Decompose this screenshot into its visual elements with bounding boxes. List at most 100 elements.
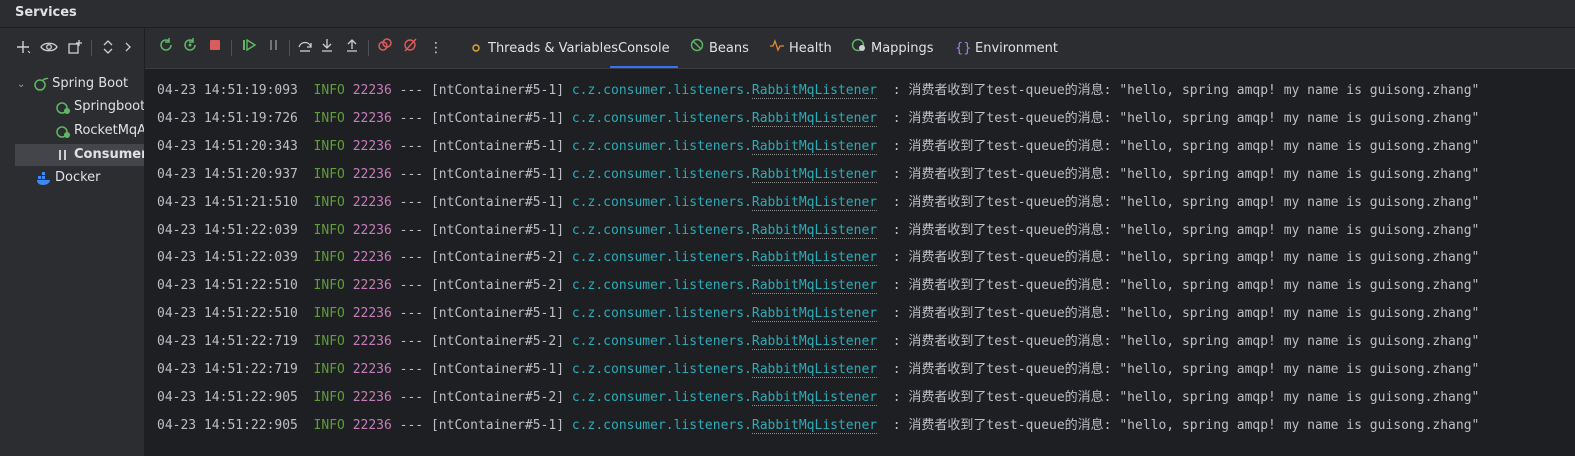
- log-logger-prefix: c.z.consumer.listeners.: [571, 250, 752, 266]
- mute-breakpoints-icon[interactable]: [399, 37, 421, 59]
- log-separator: ---: [391, 110, 431, 126]
- spring-app-icon: [55, 123, 71, 139]
- log-level: INFO: [313, 138, 353, 154]
- log-level: INFO: [313, 83, 353, 98]
- tree-item-rocketmq-application[interactable]: RocketMqApplication: [55, 120, 144, 142]
- log-pid: 22236: [352, 138, 392, 154]
- log-thread: [ntContainer#5-2]: [430, 250, 572, 266]
- log-logger-prefix: c.z.consumer.listeners.: [571, 110, 752, 126]
- log-pid: 22236: [352, 306, 392, 322]
- log-logger-class[interactable]: RabbitMqListener: [751, 83, 878, 99]
- step-out-icon[interactable]: [341, 37, 363, 59]
- log-thread: [ntContainer#5-1]: [430, 138, 572, 154]
- log-logger-class[interactable]: RabbitMqListener: [751, 194, 878, 211]
- log-separator: ---: [391, 417, 431, 433]
- log-message: : 消费者收到了test-queue的消息: "hello, spring am…: [877, 278, 1480, 294]
- log-timestamp: 04-23 14:51:22:039: [157, 250, 314, 266]
- log-timestamp: 04-23 14:51:20:343: [157, 138, 314, 154]
- log-pid: 22236: [352, 194, 392, 210]
- tree-item-consumer-application[interactable]: ConsumerApplication: [15, 144, 144, 166]
- log-message: : 消费者收到了test-queue的消息: "hello, spring am…: [877, 334, 1480, 350]
- expand-collapse-icon[interactable]: [97, 39, 119, 61]
- log-thread: [ntContainer#5-1]: [430, 417, 572, 433]
- add-icon[interactable]: [12, 39, 34, 61]
- log-thread: [ntContainer#5-1]: [430, 222, 572, 238]
- log-timestamp: 04-23 14:51:19:726: [157, 110, 314, 126]
- environment-icon: {}: [955, 41, 972, 56]
- log-logger-class[interactable]: RabbitMqListener: [751, 138, 878, 155]
- toolbar-separator: [368, 40, 369, 56]
- services-sidebar: ⌄ Spring Boot SpringbootApplication Rock…: [0, 28, 145, 456]
- log-pid: 22236: [352, 166, 392, 182]
- eye-icon[interactable]: [38, 39, 60, 61]
- log-message: : 消费者收到了test-queue的消息: "hello, spring am…: [877, 389, 1480, 405]
- log-separator: ---: [391, 83, 431, 98]
- log-message: : 消费者收到了test-queue的消息: "hello, spring am…: [877, 417, 1480, 433]
- toolbar-separator: [231, 40, 232, 56]
- log-logger-class[interactable]: RabbitMqListener: [751, 166, 878, 183]
- log-logger-class[interactable]: RabbitMqListener: [751, 334, 878, 351]
- log-timestamp: 04-23 14:51:20:937: [157, 166, 314, 182]
- log-thread: [ntContainer#5-2]: [430, 278, 572, 294]
- tree-item-spring-boot[interactable]: ⌄ Spring Boot: [17, 73, 128, 95]
- stop-icon[interactable]: [204, 37, 226, 59]
- log-pid: 22236: [352, 362, 392, 377]
- view-breakpoints-icon[interactable]: [374, 37, 396, 59]
- log-level: INFO: [313, 389, 353, 405]
- log-message: : 消费者收到了test-queue的消息: "hello, spring am…: [877, 362, 1480, 377]
- console-output[interactable]: 04-23 14:51:19:093 INFO 22236 --- [ntCon…: [145, 69, 1575, 456]
- console-line: 04-23 14:51:19:726 INFO 22236 --- [ntCon…: [157, 105, 1479, 133]
- tab-beans[interactable]: Beans: [689, 28, 749, 68]
- log-message: : 消费者收到了test-queue的消息: "hello, spring am…: [877, 306, 1480, 322]
- tab-threads-variables[interactable]: Threads & Variables: [468, 28, 618, 68]
- beans-icon: [689, 28, 705, 70]
- tree-item-label: RocketMqApplication: [74, 123, 144, 138]
- tab-mappings[interactable]: Mappings: [851, 28, 934, 68]
- log-logger-prefix: c.z.consumer.listeners.: [571, 138, 752, 154]
- pause-program-icon[interactable]: [263, 37, 285, 59]
- log-logger-prefix: c.z.consumer.listeners.: [571, 306, 752, 322]
- tab-label: Environment: [975, 41, 1059, 56]
- console-line: 04-23 14:51:20:937 INFO 22236 --- [ntCon…: [157, 161, 1479, 189]
- chevron-right-icon[interactable]: [117, 39, 139, 61]
- chevron-down-icon[interactable]: ⌄: [17, 74, 29, 96]
- log-logger-class[interactable]: RabbitMqListener: [751, 278, 878, 295]
- log-pid: 22236: [352, 222, 392, 238]
- log-timestamp: 04-23 14:51:22:719: [157, 334, 314, 350]
- step-into-icon[interactable]: [316, 37, 338, 59]
- console-line: 04-23 14:51:22:905 INFO 22236 --- [ntCon…: [157, 412, 1479, 440]
- log-logger-prefix: c.z.consumer.listeners.: [571, 166, 752, 182]
- log-logger-class[interactable]: RabbitMqListener: [751, 306, 878, 323]
- tab-environment[interactable]: {} Environment: [955, 28, 1058, 68]
- new-window-icon[interactable]: [64, 39, 86, 61]
- step-over-icon[interactable]: [294, 37, 316, 59]
- log-logger-class[interactable]: RabbitMqListener: [751, 110, 878, 127]
- console-line: 04-23 14:51:22:510 INFO 22236 --- [ntCon…: [157, 300, 1479, 328]
- resume-icon[interactable]: [238, 37, 260, 59]
- log-thread: [ntContainer#5-1]: [430, 166, 572, 182]
- log-logger-class[interactable]: RabbitMqListener: [751, 250, 878, 267]
- log-separator: ---: [391, 362, 431, 377]
- rerun-icon[interactable]: [155, 37, 177, 59]
- tab-health[interactable]: Health: [769, 28, 832, 68]
- tab-console[interactable]: Console: [610, 28, 678, 68]
- sidebar-toolbar: [0, 28, 144, 72]
- console-line: 04-23 14:51:21:510 INFO 22236 --- [ntCon…: [157, 189, 1479, 217]
- log-thread: [ntContainer#5-2]: [430, 334, 572, 350]
- log-pid: 22236: [352, 83, 392, 98]
- tree-item-springboot-application[interactable]: SpringbootApplication: [55, 96, 144, 118]
- log-thread: [ntContainer#5-1]: [430, 194, 572, 210]
- more-options-icon[interactable]: ⋮: [425, 37, 447, 59]
- log-separator: ---: [391, 166, 431, 182]
- log-timestamp: 04-23 14:51:22:905: [157, 417, 314, 433]
- tree-item-docker[interactable]: Docker: [36, 167, 101, 189]
- log-logger-class[interactable]: RabbitMqListener: [751, 362, 878, 378]
- log-level: INFO: [313, 417, 353, 433]
- log-message: : 消费者收到了test-queue的消息: "hello, spring am…: [877, 194, 1480, 210]
- log-logger-class[interactable]: RabbitMqListener: [751, 417, 878, 434]
- log-logger-class[interactable]: RabbitMqListener: [751, 389, 878, 406]
- console-line: 04-23 14:51:22:510 INFO 22236 --- [ntCon…: [157, 272, 1479, 300]
- log-logger-class[interactable]: RabbitMqListener: [751, 222, 878, 239]
- health-icon: [769, 28, 785, 70]
- restart-icon[interactable]: [179, 37, 201, 59]
